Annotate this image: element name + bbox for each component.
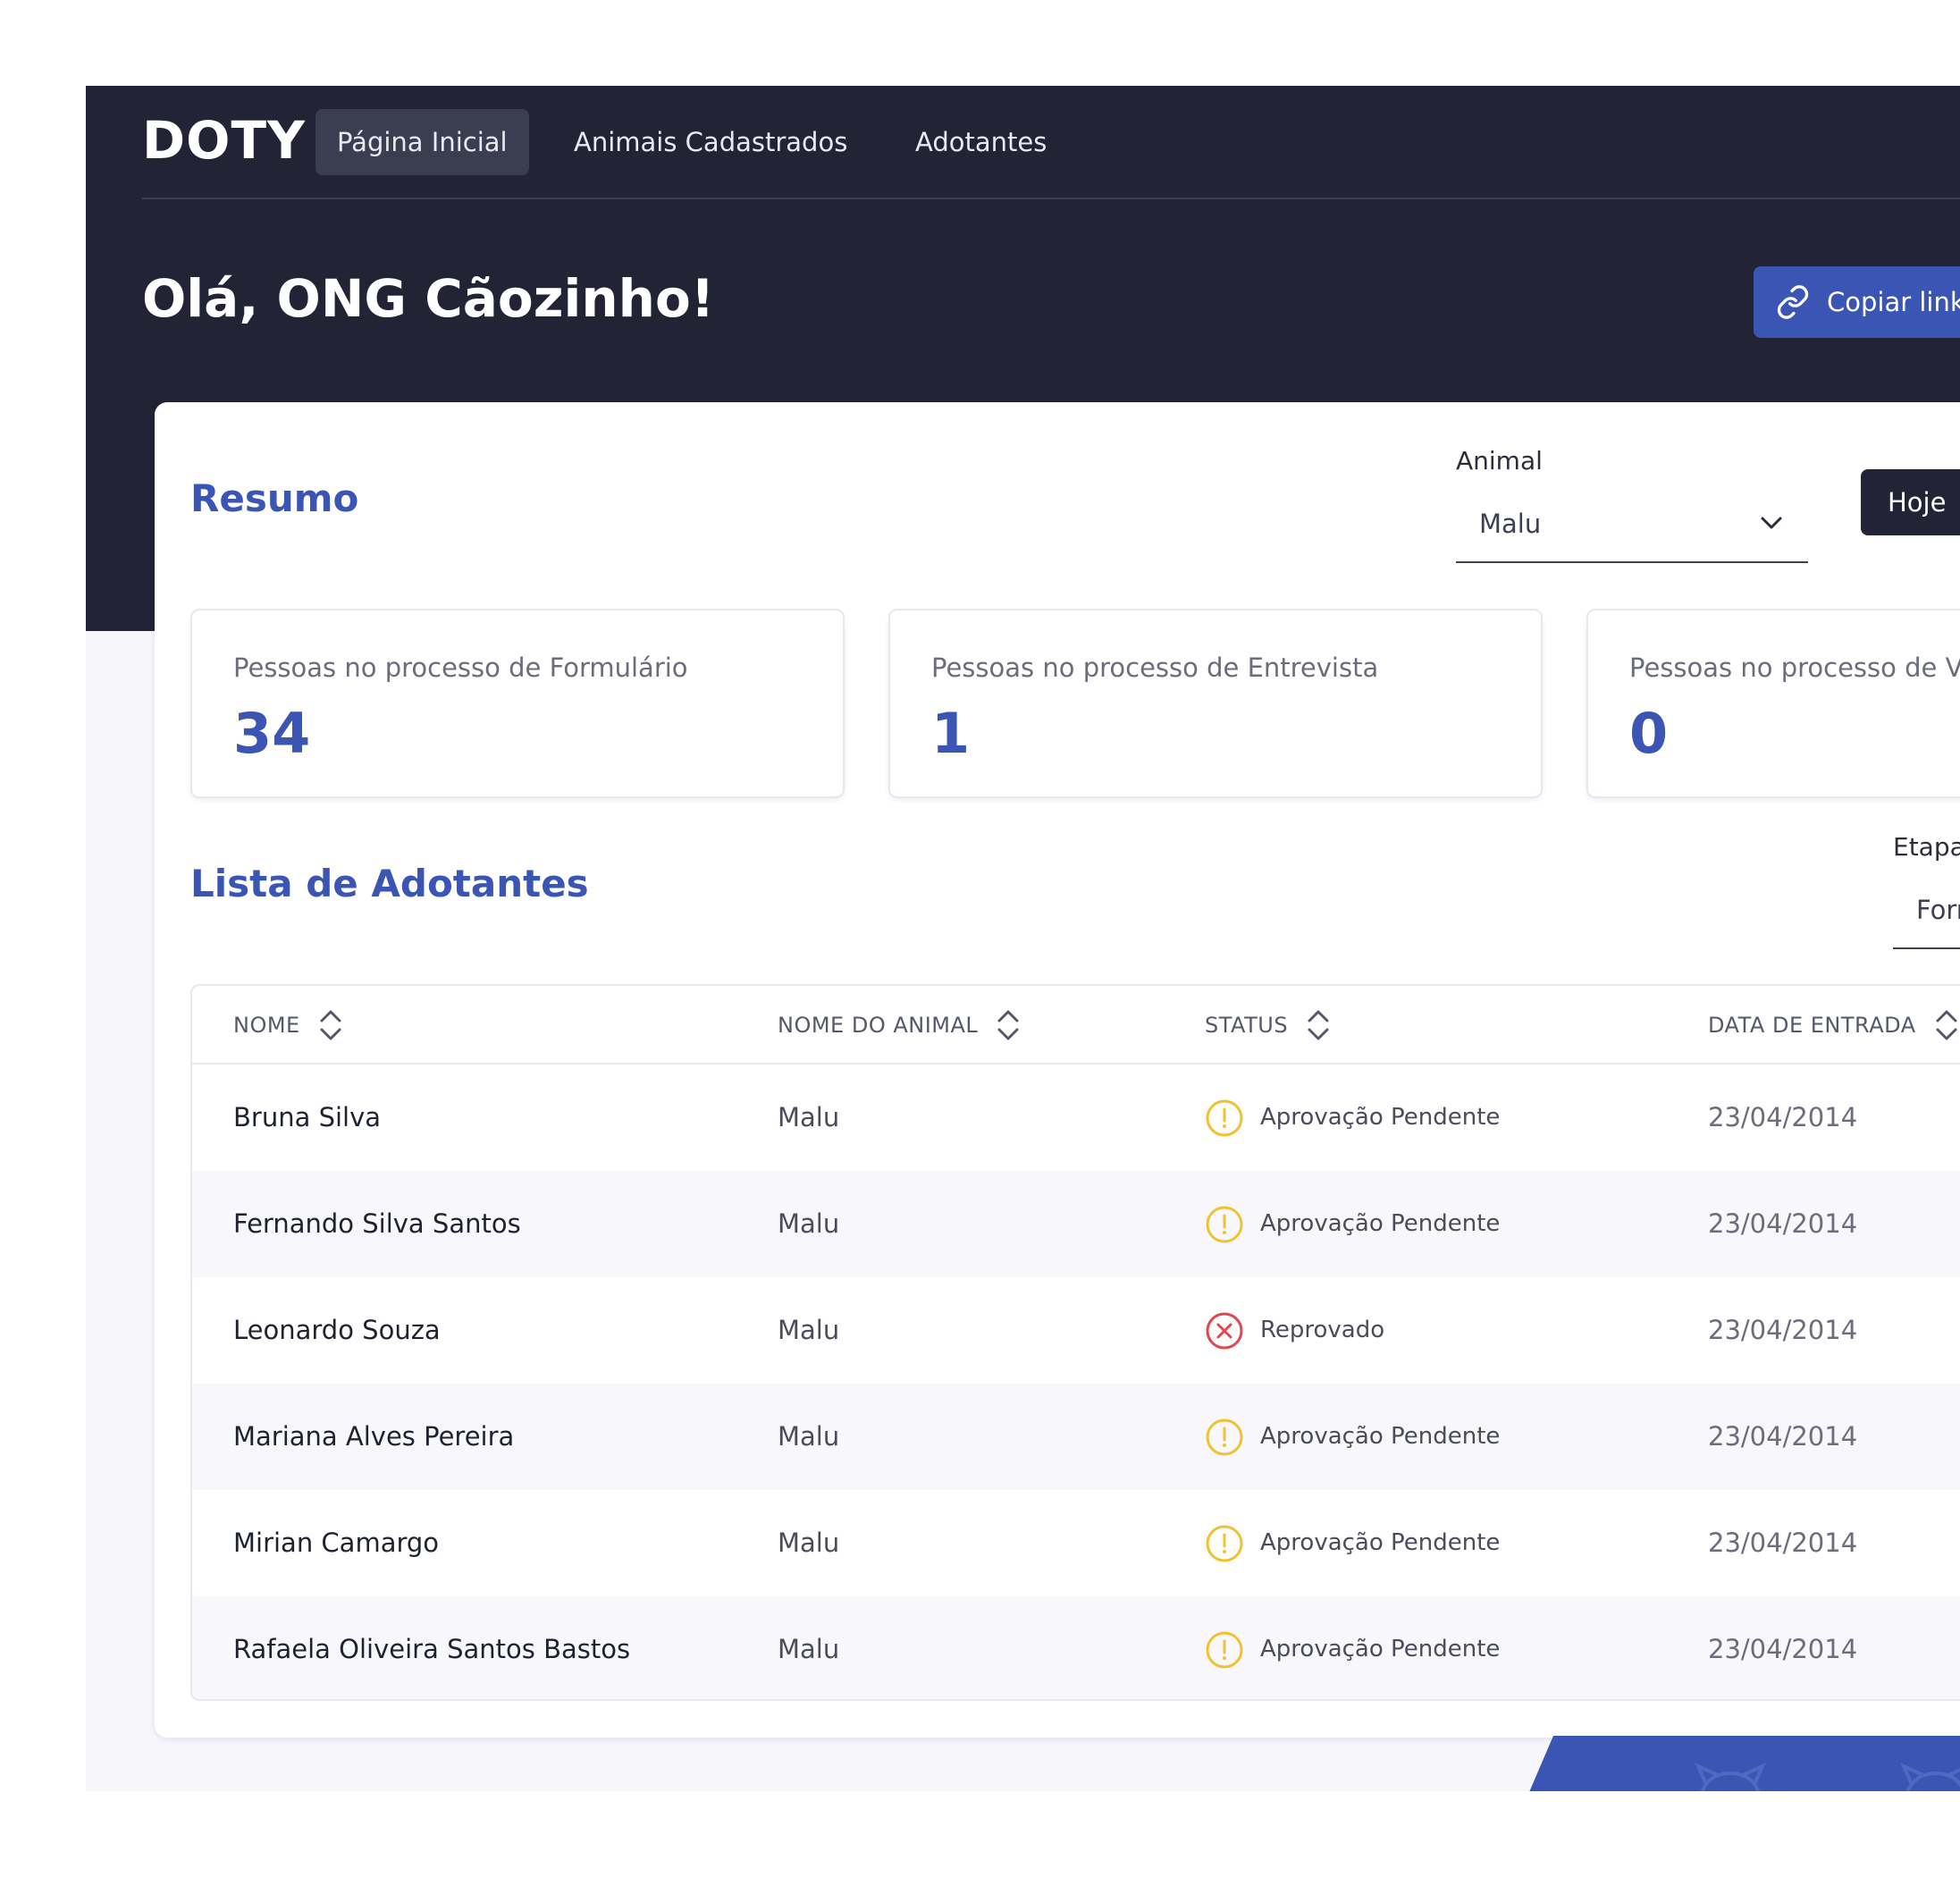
adopter-name: Mariana Alves Pereira — [233, 1421, 515, 1452]
column-header-label: STATUS — [1205, 1013, 1289, 1038]
status-cell: Aprovação Pendente — [1205, 1065, 1500, 1171]
stat-label: Pessoas no processo de Visita — [1629, 652, 1960, 683]
stat-card-visita: Pessoas no processo de Visita 0 — [1586, 609, 1960, 798]
copy-link-button[interactable]: Copiar link — [1754, 266, 1960, 338]
table-row[interactable]: Bruna Silva Malu Aprovação Pendente 23/0… — [192, 1065, 1960, 1171]
status-cell: Aprovação Pendente — [1205, 1490, 1500, 1596]
sort-icon — [997, 1010, 1019, 1040]
today-button[interactable]: Hoje — [1861, 469, 1960, 535]
sort-icon — [1936, 1010, 1957, 1040]
adopter-name: Bruna Silva — [233, 1102, 382, 1132]
status-text: Reprovado — [1260, 1317, 1385, 1343]
entry-date: 23/04/2014 — [1708, 1315, 1858, 1345]
column-header-label: NOME — [233, 1013, 300, 1038]
adopters-table: NOME NOME DO ANIMAL STATUS DATA DE ENTRA… — [190, 984, 1960, 1701]
column-header-label: NOME DO ANIMAL — [778, 1013, 979, 1038]
status-text: Aprovação Pendente — [1260, 1636, 1501, 1662]
status-text: Aprovação Pendente — [1260, 1104, 1501, 1131]
column-header-status[interactable]: STATUS — [1205, 1006, 1331, 1045]
entry-date: 23/04/2014 — [1708, 1528, 1858, 1558]
tab-adotantes[interactable]: Adotantes — [915, 109, 1047, 175]
dashboard-card: Resumo Animal Malu Hoje Pessoas no proce… — [155, 402, 1960, 1738]
nav-divider — [142, 198, 1960, 199]
table-row[interactable]: Leonardo Souza Malu Reprovado 23/04/2014 — [192, 1277, 1960, 1384]
animal-name: Malu — [778, 1528, 840, 1558]
copy-link-label: Copiar link — [1827, 287, 1960, 317]
stage-select[interactable]: Formulário — [1893, 871, 1960, 949]
status-cell: Aprovação Pendente — [1205, 1596, 1501, 1699]
stage-filter-label: Etapa — [1893, 832, 1960, 862]
pending-icon — [1206, 1099, 1243, 1136]
status-cell: Aprovação Pendente — [1205, 1171, 1500, 1277]
pending-icon — [1206, 1206, 1243, 1242]
chevron-down-icon — [1761, 517, 1782, 529]
status-text: Aprovação Pendente — [1260, 1423, 1501, 1450]
entry-date: 23/04/2014 — [1708, 1421, 1858, 1452]
status-text: Aprovação Pendente — [1260, 1210, 1501, 1237]
stage-select-value: Formulário — [1916, 895, 1960, 925]
entry-date: 23/04/2014 — [1708, 1102, 1858, 1132]
stat-card-entrevista: Pessoas no processo de Entrevista 1 — [888, 609, 1543, 798]
status-cell: Reprovado — [1205, 1277, 1384, 1384]
column-header-data-de-entrada[interactable]: DATA DE ENTRADA — [1708, 1006, 1959, 1045]
adopter-name: Mirian Camargo — [233, 1528, 440, 1558]
stat-value: 34 — [233, 701, 311, 766]
adopter-name: Rafaela Oliveira Santos Bastos — [233, 1634, 631, 1664]
app-logo: DOTY — [142, 110, 307, 171]
summary-title: Resumo — [190, 476, 359, 520]
table-row[interactable]: Rafaela Oliveira Santos Bastos Malu Apro… — [192, 1596, 1960, 1699]
column-header-nome[interactable]: NOME — [233, 1006, 343, 1045]
pending-icon — [1206, 1418, 1243, 1455]
stat-label: Pessoas no processo de Entrevista — [931, 652, 1379, 683]
sort-icon — [320, 1010, 341, 1040]
animal-name: Malu — [778, 1421, 840, 1452]
animal-name: Malu — [778, 1102, 840, 1132]
table-row[interactable]: Fernando Silva Santos Malu Aprovação Pen… — [192, 1171, 1960, 1277]
adopters-list-title: Lista de Adotantes — [190, 862, 589, 905]
table-header: NOME NOME DO ANIMAL STATUS DATA DE ENTRA… — [192, 986, 1960, 1065]
animal-name: Malu — [778, 1208, 840, 1239]
column-header-label: DATA DE ENTRADA — [1708, 1013, 1916, 1038]
stat-label: Pessoas no processo de Formulário — [233, 652, 688, 683]
sort-icon — [1308, 1010, 1329, 1040]
stat-card-formulario: Pessoas no processo de Formulário 34 — [190, 609, 845, 798]
status-cell: Aprovação Pendente — [1205, 1384, 1500, 1490]
animal-name: Malu — [778, 1634, 840, 1664]
table-row[interactable]: Mirian Camargo Malu Aprovação Pendente 2… — [192, 1490, 1960, 1596]
table-row[interactable]: Mariana Alves Pereira Malu Aprovação Pen… — [192, 1384, 1960, 1490]
tab-animais-cadastrados[interactable]: Animais Cadastrados — [574, 109, 847, 175]
page-title: Olá, ONG Cãozinho! — [142, 268, 715, 329]
entry-date: 23/04/2014 — [1708, 1634, 1858, 1664]
tab-pagina-inicial[interactable]: Página Inicial — [315, 109, 529, 175]
pending-icon — [1206, 1631, 1243, 1668]
stat-value: 0 — [1629, 701, 1669, 766]
animal-select-value: Malu — [1479, 509, 1542, 539]
app-frame: DOTY Página Inicial Animais Cadastrados … — [86, 86, 1960, 1791]
pending-icon — [1206, 1525, 1243, 1561]
link-icon — [1777, 285, 1809, 319]
dog-head-icon — [1695, 1763, 1766, 1791]
stat-value: 1 — [931, 701, 971, 766]
rejected-icon — [1206, 1312, 1243, 1349]
status-text: Aprovação Pendente — [1260, 1529, 1501, 1556]
entry-date: 23/04/2014 — [1708, 1208, 1858, 1239]
dog-head-icon — [1900, 1763, 1960, 1791]
animal-name: Malu — [778, 1315, 840, 1345]
animal-select[interactable]: Malu — [1456, 484, 1808, 563]
adopter-name: Leonardo Souza — [233, 1315, 441, 1345]
animal-filter-label: Animal — [1456, 446, 1543, 476]
adopter-name: Fernando Silva Santos — [233, 1208, 521, 1239]
column-header-nome-do-animal[interactable]: NOME DO ANIMAL — [778, 1006, 1021, 1045]
